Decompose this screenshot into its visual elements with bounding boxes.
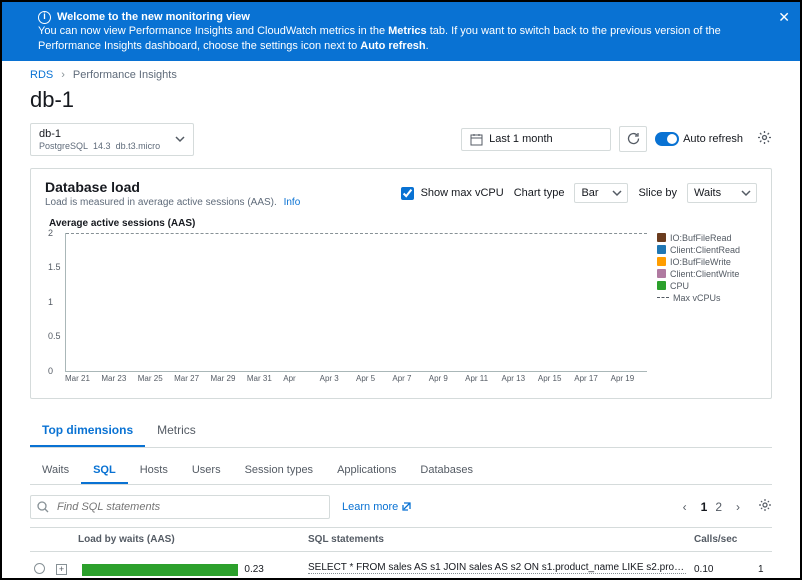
calendar-icon xyxy=(470,133,483,146)
row-select[interactable] xyxy=(34,563,45,574)
y-tick: 1 xyxy=(48,297,53,307)
breadcrumb-root[interactable]: RDS xyxy=(30,69,53,81)
panel-title: Database load xyxy=(45,179,300,195)
panel-subtitle: Load is measured in average active sessi… xyxy=(45,197,277,208)
external-link-icon xyxy=(401,501,412,512)
chart-type-label: Chart type xyxy=(514,187,565,199)
tab-metrics[interactable]: Metrics xyxy=(145,415,208,447)
row-last: 1 xyxy=(754,558,772,580)
table-settings-button[interactable] xyxy=(758,498,772,515)
info-banner: i Welcome to the new monitoring view You… xyxy=(2,2,800,61)
info-icon: i xyxy=(38,11,51,24)
chevron-right-icon: › xyxy=(61,69,65,81)
main-tabs: Top dimensionsMetrics xyxy=(30,415,772,448)
col-load[interactable]: Load by waits (AAS) xyxy=(74,528,304,551)
time-range-label: Last 1 month xyxy=(489,133,553,145)
close-icon[interactable]: ✕ xyxy=(778,10,790,24)
legend-item: Max vCPUs xyxy=(657,293,757,303)
sql-text[interactable]: SELECT * FROM sales AS s1 JOIN sales AS … xyxy=(308,562,686,574)
x-tick: Mar 29 xyxy=(211,374,247,388)
auto-refresh-label: Auto refresh xyxy=(683,133,743,145)
load-value: 0.23 xyxy=(244,564,263,575)
x-tick: Apr 17 xyxy=(574,374,610,388)
breadcrumb-current: Performance Insights xyxy=(73,69,177,81)
chart-type-select[interactable]: Bar xyxy=(574,183,628,203)
x-tick: Mar 23 xyxy=(101,374,137,388)
search-icon xyxy=(37,501,49,513)
x-tick: Apr 15 xyxy=(538,374,574,388)
table-row: +0.23 SELECT * FROM sales AS s1 JOIN sale… xyxy=(30,552,772,580)
chart-legend: IO:BufFileRead Client:ClientRead IO:BufFil… xyxy=(647,233,757,388)
dimtab-sql[interactable]: SQL xyxy=(81,458,128,484)
aas-chart: 00.511.52 Mar 21Mar 23Mar 25Mar 27Mar 29… xyxy=(45,233,647,388)
chevron-down-icon xyxy=(175,134,185,144)
x-tick: Apr 19 xyxy=(611,374,647,388)
learn-more-link[interactable]: Learn more xyxy=(342,501,412,513)
slice-by-label: Slice by xyxy=(638,187,677,199)
page-prev[interactable]: ‹ xyxy=(683,500,687,514)
search-input[interactable] xyxy=(55,500,323,514)
dimension-tabs: WaitsSQLHostsUsersSession typesApplicati… xyxy=(30,458,772,485)
x-tick: Apr 9 xyxy=(429,374,465,388)
y-tick: 2 xyxy=(48,228,53,238)
x-tick: Apr xyxy=(283,374,319,388)
chevron-down-icon xyxy=(741,188,751,198)
refresh-icon xyxy=(626,132,640,146)
time-range-select[interactable]: Last 1 month xyxy=(461,128,611,151)
legend-item: IO:BufFileRead xyxy=(657,233,757,243)
db-instance-name: db-1 xyxy=(39,128,185,140)
banner-body: You can now view Performance Insights an… xyxy=(38,24,768,53)
y-tick: 0.5 xyxy=(48,331,61,341)
auto-refresh-toggle[interactable]: Auto refresh xyxy=(655,132,743,146)
row-expand[interactable]: + xyxy=(56,564,67,575)
db-instance-select[interactable]: db-1 PostgreSQL 14.3 db.t3.micro xyxy=(30,123,194,156)
x-tick: Apr 7 xyxy=(392,374,428,388)
database-load-panel: Database load Load is measured in averag… xyxy=(30,168,772,399)
banner-title: Welcome to the new monitoring view xyxy=(57,10,250,24)
refresh-button[interactable] xyxy=(619,126,647,152)
legend-item: IO:BufFileWrite xyxy=(657,257,757,267)
chart-title: Average active sessions (AAS) xyxy=(49,218,757,229)
tab-top-dimensions[interactable]: Top dimensions xyxy=(30,415,145,447)
page-next[interactable]: › xyxy=(736,500,740,514)
sql-table: Load by waits (AAS) SQL statements Calls… xyxy=(30,527,772,580)
load-bar xyxy=(82,564,238,576)
x-tick: Apr 5 xyxy=(356,374,392,388)
info-link[interactable]: Info xyxy=(284,197,301,208)
legend-item: Client:ClientRead xyxy=(657,245,757,255)
toggle-switch xyxy=(655,132,679,146)
chevron-down-icon xyxy=(612,188,622,198)
calls-value: 0.10 xyxy=(690,558,754,580)
settings-button[interactable] xyxy=(757,130,772,148)
x-tick: Mar 31 xyxy=(247,374,283,388)
dimtab-users[interactable]: Users xyxy=(180,458,233,484)
sql-search[interactable] xyxy=(30,495,330,519)
dimtab-databases[interactable]: Databases xyxy=(408,458,485,484)
y-tick: 1.5 xyxy=(48,262,61,272)
x-tick: Apr 11 xyxy=(465,374,501,388)
legend-item: CPU xyxy=(657,281,757,291)
x-tick: Apr 3 xyxy=(320,374,356,388)
gear-icon xyxy=(757,130,772,145)
page-title: db-1 xyxy=(30,87,772,113)
dimtab-session-types[interactable]: Session types xyxy=(233,458,325,484)
dimtab-waits[interactable]: Waits xyxy=(30,458,81,484)
col-sql[interactable]: SQL statements xyxy=(304,528,690,551)
slice-by-select[interactable]: Waits xyxy=(687,183,757,203)
breadcrumb: RDS › Performance Insights xyxy=(30,69,772,81)
y-tick: 0 xyxy=(48,366,53,376)
col-calls[interactable]: Calls/sec xyxy=(690,528,754,551)
x-tick: Mar 21 xyxy=(65,374,101,388)
show-max-vcpu-checkbox[interactable]: Show max vCPU xyxy=(397,184,504,203)
x-tick: Apr 13 xyxy=(502,374,538,388)
dimtab-applications[interactable]: Applications xyxy=(325,458,408,484)
page-2[interactable]: 2 xyxy=(715,500,722,514)
dimtab-hosts[interactable]: Hosts xyxy=(128,458,180,484)
pagination: ‹ 12 › xyxy=(683,498,772,515)
x-tick: Mar 27 xyxy=(174,374,210,388)
page-1[interactable]: 1 xyxy=(701,500,708,514)
legend-item: Client:ClientWrite xyxy=(657,269,757,279)
x-tick: Mar 25 xyxy=(138,374,174,388)
gear-icon xyxy=(758,498,772,512)
